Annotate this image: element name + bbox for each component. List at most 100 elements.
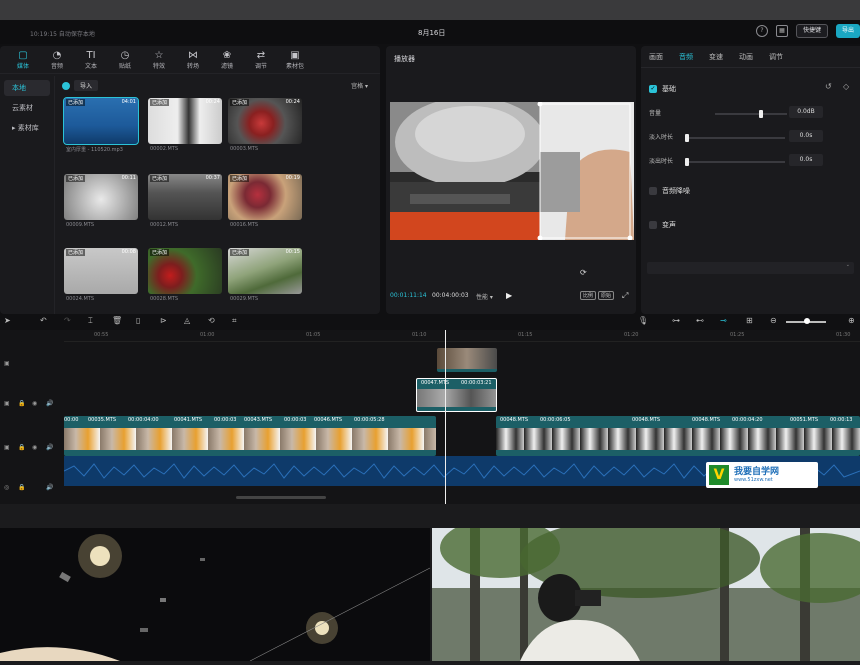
tab-animation[interactable]: 动画 xyxy=(739,52,753,62)
tab-effects[interactable]: ☆ 特效 xyxy=(142,46,176,74)
split-icon[interactable]: ⌶ xyxy=(88,316,93,326)
lock-icon[interactable]: 🔒 xyxy=(18,444,25,451)
voice-dropdown[interactable]: ⌄ xyxy=(647,262,854,274)
tab-sticker[interactable]: ◷ 贴纸 xyxy=(108,46,142,74)
main-clip-group[interactable]: 00048.MTS 00:00:06:05 00048.MTS 00048.MT… xyxy=(496,416,860,456)
play-segment-icon[interactable]: ⊳ xyxy=(160,316,167,325)
zoom-knob[interactable] xyxy=(804,318,810,324)
media-item[interactable]: 已添加 00:37 00012.MTS xyxy=(148,174,222,236)
volume-row: 音量 0.0dB xyxy=(649,106,854,120)
zoom-in-icon[interactable]: ⊕ xyxy=(848,316,855,325)
freeze-icon[interactable]: ▯ xyxy=(136,316,140,325)
zoom-out-icon[interactable]: ⊖ xyxy=(770,316,777,325)
select-tool-icon[interactable]: ➤ xyxy=(4,316,11,325)
sidebar-item-library[interactable]: ▸ 素材库 xyxy=(4,120,50,136)
ratio-button[interactable]: 比例 xyxy=(580,291,597,300)
media-icon: ▢ xyxy=(18,49,28,61)
fade-out-knob[interactable] xyxy=(685,158,689,166)
adjust-icon: ⇄ xyxy=(256,49,266,61)
fade-out-slider[interactable] xyxy=(685,158,785,166)
tab-adjust-props[interactable]: 调节 xyxy=(769,52,783,62)
play-button[interactable]: ▶ xyxy=(506,291,512,300)
fit-icon[interactable]: ⊞ xyxy=(746,316,753,325)
mirror-icon[interactable]: ◬ xyxy=(184,316,190,325)
media-item[interactable]: 已添加 00028.MTS xyxy=(148,248,222,310)
media-panel: ▢ 媒体 ◔ 音频 TI 文本 ◷ 贴纸 ☆ 特效 ⋈ 转场 ❀ 滤镜 ⇄ 调节 ▣ 素材包 本地… xyxy=(0,46,380,314)
link-icon[interactable]: ⊶ xyxy=(672,316,680,325)
media-item[interactable]: 已添加 00:11 00009.MTS xyxy=(64,174,138,236)
fade-out-value[interactable]: 0.0s xyxy=(789,154,823,166)
tab-package[interactable]: ▣ 素材包 xyxy=(278,46,312,74)
timeline-scrollbar[interactable] xyxy=(236,496,326,499)
text-icon: TI xyxy=(86,49,96,61)
time-ruler[interactable]: 00:55 01:00 01:05 01:10 01:15 01:20 01:2… xyxy=(64,330,860,342)
overlay-clip[interactable] xyxy=(437,348,497,372)
volume-knob[interactable] xyxy=(759,110,763,118)
media-item[interactable]: 已添加 00:08 00024.MTS xyxy=(64,248,138,310)
redo-icon[interactable]: ↷ xyxy=(64,316,71,325)
media-item[interactable]: 已添加 00:15 00029.MTS xyxy=(228,248,302,310)
noise-reduction-section[interactable]: 音频降噪 xyxy=(649,186,690,196)
eye-icon[interactable]: ◉ xyxy=(32,444,37,451)
original-button[interactable]: 原始 xyxy=(598,291,615,300)
filter-icon: ❀ xyxy=(222,49,232,61)
voice-change-section[interactable]: 变声 xyxy=(649,220,676,230)
quality-select[interactable]: 性能 ▾ xyxy=(476,292,493,301)
rotate-tool-icon[interactable]: ⟲ xyxy=(208,316,215,325)
eye-icon[interactable]: ◉ xyxy=(32,400,37,407)
layout-icon[interactable]: ▦ xyxy=(775,25,788,37)
sidebar-item-local[interactable]: 本地 xyxy=(4,80,50,96)
reset-icon[interactable]: ↺ xyxy=(825,82,832,91)
media-item[interactable]: 已添加 00:24 00002.MTS xyxy=(148,98,222,160)
selected-clip[interactable]: 00047.MTS 00:00:03:21 xyxy=(416,378,497,412)
chevron-down-icon: ⌄ xyxy=(845,262,850,268)
tab-picture[interactable]: 画面 xyxy=(649,52,663,62)
mic-icon[interactable]: 🎙 xyxy=(638,316,648,325)
export-button[interactable]: 导出 xyxy=(835,24,860,38)
delete-icon[interactable]: 🗑 xyxy=(112,316,122,325)
volume-slider[interactable] xyxy=(715,110,787,118)
playhead[interactable] xyxy=(445,330,446,504)
speaker-icon[interactable]: 🔊 xyxy=(46,444,53,451)
fade-in-knob[interactable] xyxy=(685,134,689,142)
video-preview[interactable] xyxy=(390,97,634,241)
speaker-icon[interactable]: 🔊 xyxy=(46,400,53,407)
tab-audio-props[interactable]: 音频 xyxy=(679,52,693,62)
fade-out-row: 淡出时长 0.0s xyxy=(649,154,854,168)
media-item[interactable]: 已添加 04:01 室内厚重 - 110520.mp3 xyxy=(63,97,139,160)
fade-in-row: 淡入时长 0.0s xyxy=(649,130,854,144)
player-controls: 00:01:11:14 00:04:00:03 性能 ▾ ▶ 比例 原始 ⤢ xyxy=(386,291,636,306)
view-mode-select[interactable]: 宫格 ▾ xyxy=(351,81,368,90)
tab-adjust[interactable]: ⇄ 调节 xyxy=(244,46,278,74)
media-item[interactable]: 已添加 00:19 00016.MTS xyxy=(228,174,302,236)
transition-icon: ⋈ xyxy=(188,49,198,61)
sidebar-item-cloud[interactable]: 云素材 xyxy=(4,100,50,116)
media-item[interactable]: 已添加 00:24 00003.MTS xyxy=(228,98,302,160)
fullscreen-icon[interactable]: ⤢ xyxy=(622,291,628,301)
keyframe-icon[interactable]: ◇ xyxy=(843,82,849,91)
help-icon[interactable]: ? xyxy=(755,25,768,37)
tab-text[interactable]: TI 文本 xyxy=(74,46,108,74)
snap-icon[interactable]: ⊷ xyxy=(696,316,704,325)
lock-icon[interactable]: 🔒 xyxy=(18,400,25,407)
autosave-status: 10:19:15 自动保存本地 xyxy=(30,31,95,38)
rotate-icon[interactable]: ⟳ xyxy=(580,268,587,277)
basic-section[interactable]: ✓ 基础 xyxy=(649,84,676,94)
preview-axis-icon[interactable]: ⊸ xyxy=(720,316,727,325)
undo-icon[interactable]: ↶ xyxy=(40,316,47,325)
shortcut-button[interactable]: 快捷键 xyxy=(795,24,828,38)
volume-value[interactable]: 0.0dB xyxy=(789,106,823,118)
track-video-icon: ▣ xyxy=(4,444,10,451)
speaker-icon[interactable]: 🔊 xyxy=(46,484,53,491)
fade-in-slider[interactable] xyxy=(685,134,785,142)
tab-speed[interactable]: 变速 xyxy=(709,52,723,62)
crop-icon[interactable]: ⌗ xyxy=(232,316,237,326)
main-clip-group[interactable]: 00:00 00035.MTS 00:00:04:00 00041.MTS 00… xyxy=(64,416,436,456)
tab-media[interactable]: ▢ 媒体 xyxy=(6,46,40,74)
tab-filter[interactable]: ❀ 滤镜 xyxy=(210,46,244,74)
fade-in-value[interactable]: 0.0s xyxy=(789,130,823,142)
tab-transition[interactable]: ⋈ 转场 xyxy=(176,46,210,74)
tab-audio[interactable]: ◔ 音频 xyxy=(40,46,74,74)
import-button[interactable]: 导入 xyxy=(62,80,99,91)
lock-icon[interactable]: 🔒 xyxy=(18,484,25,491)
